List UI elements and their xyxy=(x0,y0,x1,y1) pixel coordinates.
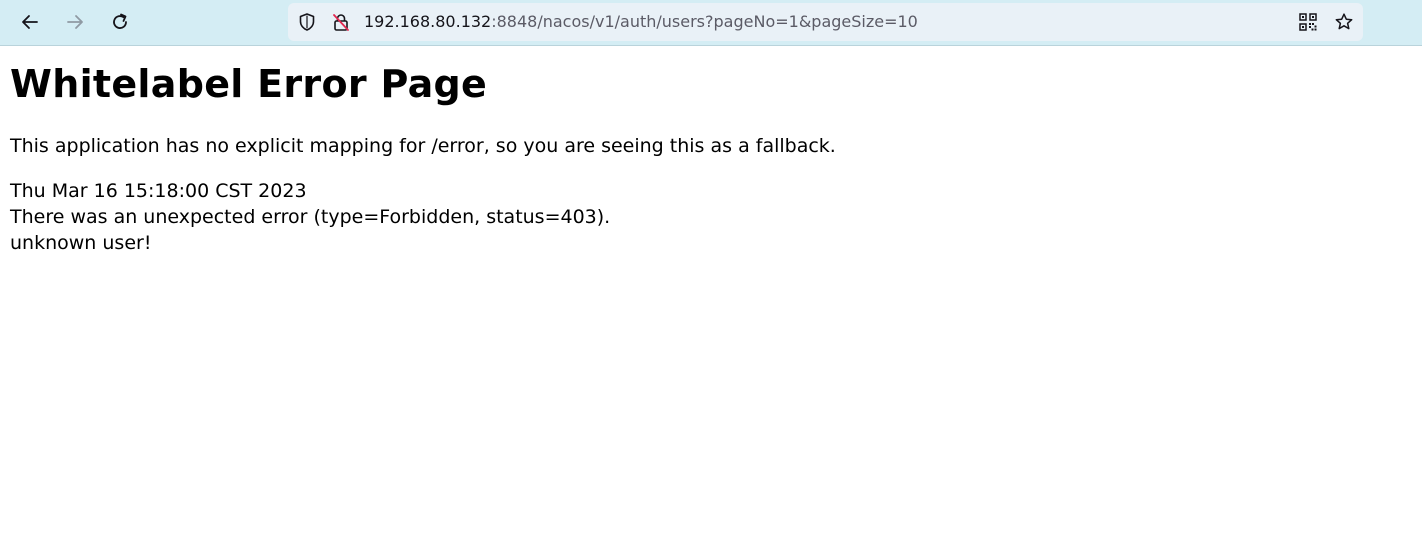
error-timestamp: Thu Mar 16 15:18:00 CST 2023 xyxy=(10,180,307,202)
reload-button[interactable] xyxy=(105,7,135,37)
page-content: Whitelabel Error Page This application h… xyxy=(0,62,1422,256)
url-text[interactable]: 192.168.80.132:8848/nacos/v1/auth/users?… xyxy=(364,12,918,32)
error-description: This application has no explicit mapping… xyxy=(10,135,836,157)
url-path: :8848/nacos/v1/auth/users?pageNo=1&pageS… xyxy=(491,12,918,31)
arrow-left-icon xyxy=(22,15,38,29)
insecure-lock-icon[interactable] xyxy=(331,12,351,32)
back-button[interactable] xyxy=(15,7,45,37)
qr-code-icon[interactable] xyxy=(1298,12,1318,32)
error-message: unknown user! xyxy=(10,232,152,254)
error-type-status: There was an unexpected error (type=Forb… xyxy=(10,206,611,228)
shield-icon[interactable] xyxy=(297,12,317,32)
arrow-right-icon xyxy=(67,15,83,29)
error-details: Thu Mar 16 15:18:00 CST 2023 There was a… xyxy=(10,178,1412,256)
browser-toolbar: 192.168.80.132:8848/nacos/v1/auth/users?… xyxy=(0,0,1422,46)
page-title: Whitelabel Error Page xyxy=(10,62,488,106)
url-host: 192.168.80.132 xyxy=(364,12,492,31)
address-bar[interactable]: 192.168.80.132:8848/nacos/v1/auth/users?… xyxy=(288,3,1363,41)
forward-button[interactable] xyxy=(60,7,90,37)
star-icon[interactable] xyxy=(1334,12,1354,32)
reload-icon xyxy=(113,13,127,29)
